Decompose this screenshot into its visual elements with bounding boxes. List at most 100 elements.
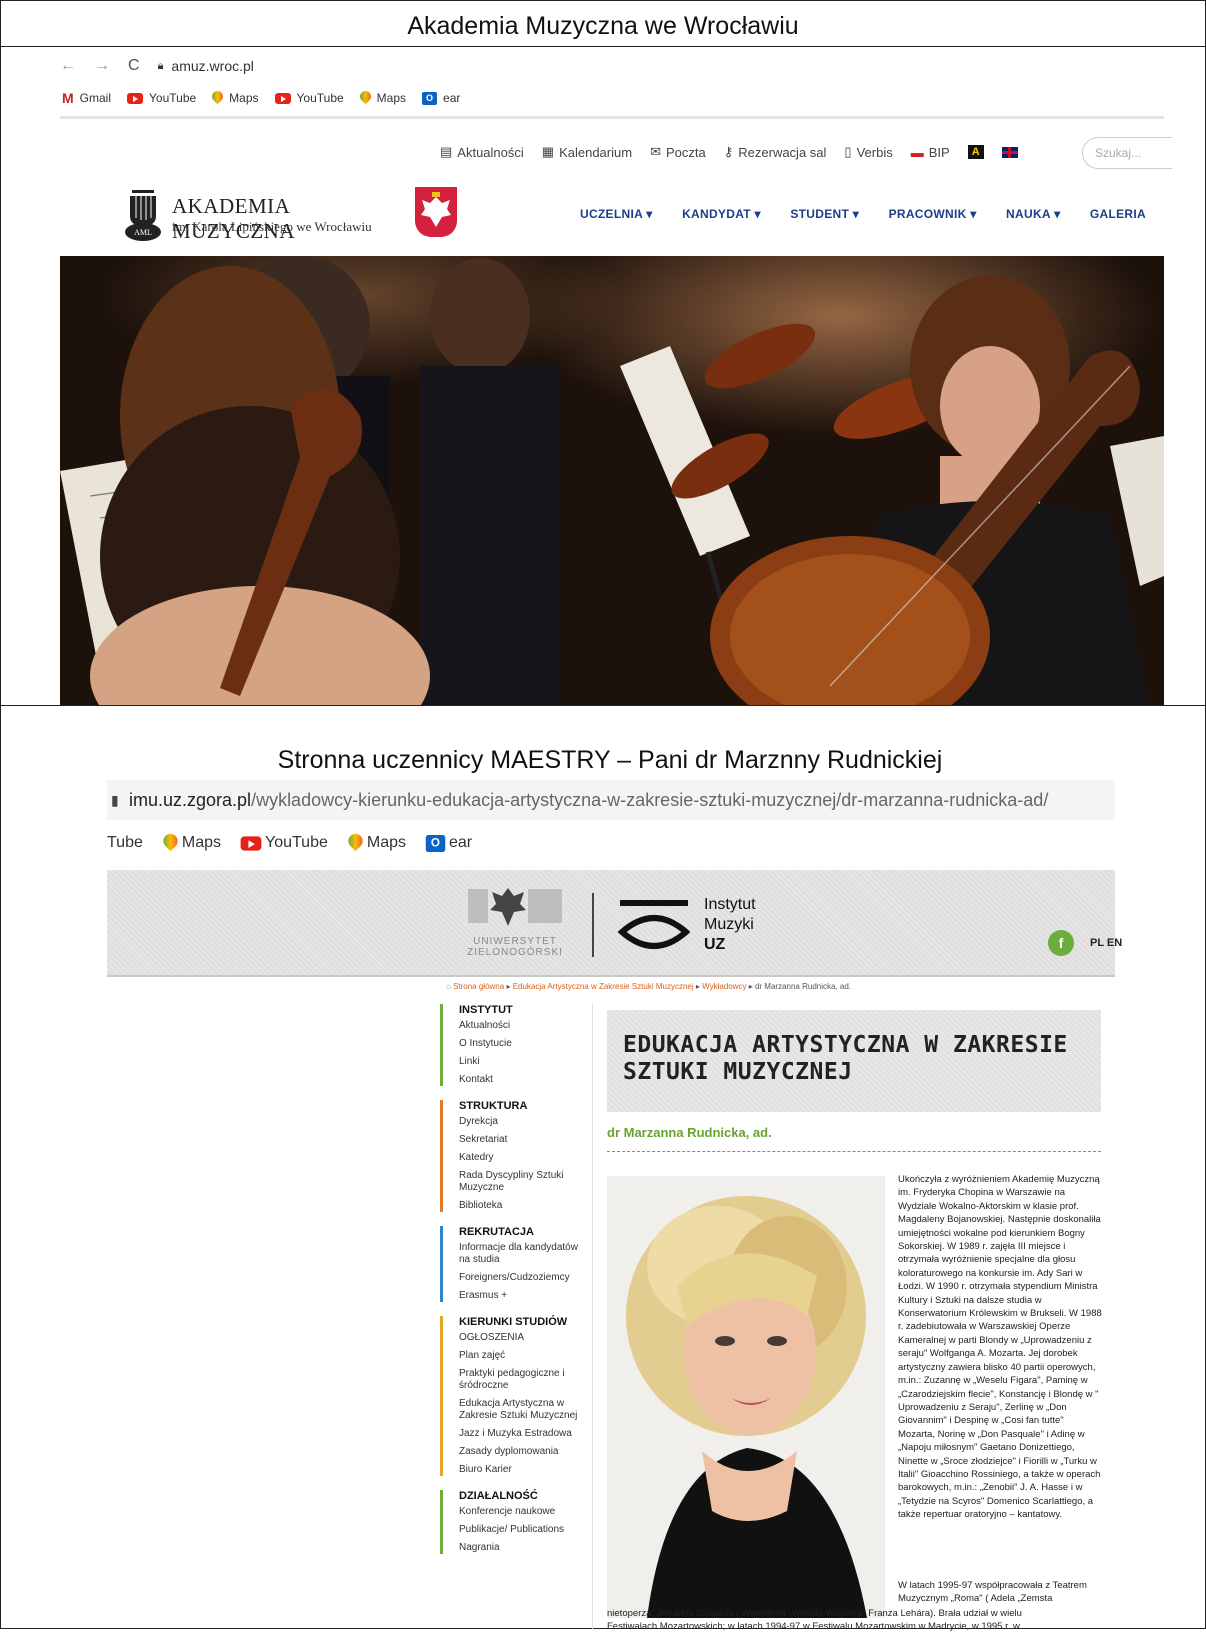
amuz-logo[interactable]: AML AKADEMIA MUZYCZNA im. Karola Lipińsk… [124, 188, 394, 243]
sidebar-item[interactable]: Publikacje/ Publications [459, 1524, 590, 1536]
page-title: EDUKACJA ARTYSTYCZNA W ZAKRESIE SZTUKI M… [623, 1032, 1068, 1085]
sidebar-item[interactable]: Nagrania [459, 1542, 590, 1554]
bottom-heading: Stronna uczennicy MAESTRY – Pani dr Marz… [277, 746, 943, 774]
sidebar-item[interactable]: Praktyki pedagogiczne i śródroczne [459, 1368, 590, 1392]
accessibility-icon[interactable]: A [967, 145, 984, 159]
imu-header [107, 870, 1115, 977]
top-link-verbis[interactable]: ▯ Verbis [844, 144, 892, 160]
uk-flag-icon[interactable] [1001, 146, 1018, 158]
sidebar-item[interactable]: Foreigners/Cudzoziemcy [459, 1272, 590, 1284]
bio-text: Ukończyła z wyróżnieniem Akademię Muzycz… [898, 1174, 1102, 1521]
bookmark-maps[interactable]: Maps [165, 834, 221, 852]
sidebar-item[interactable]: Zasady dyplomowania [459, 1446, 590, 1458]
browser-divider [60, 116, 1164, 119]
maps-icon [360, 91, 371, 105]
bottom-address-bar[interactable]: ▮ imu.uz.zgora.pl/wykladowcy-kierunku-ed… [107, 780, 1115, 820]
nav-kandydat[interactable]: KANDYDAT ▾ [682, 207, 761, 221]
institute-line2: Muzyki [704, 916, 754, 933]
newspaper-icon: ▤ [440, 144, 453, 159]
sidebar-item[interactable]: Rada Dyscypliny Sztuki Muzyczne [459, 1170, 590, 1194]
crumb-edu[interactable]: Edukacja Artystyczna w Zakresie Sztuki M… [513, 982, 694, 991]
maps-icon [212, 91, 223, 105]
top-link-rooms[interactable]: ⚷ Rezerwacja sal [724, 144, 827, 160]
reload-icon[interactable]: C [128, 57, 140, 75]
document-icon: ▯ [844, 144, 852, 159]
dashed-divider [607, 1151, 1101, 1152]
sidebar: INSTYTUT Aktualności O Instytucie Linki … [440, 1004, 590, 1568]
bookmark-ear[interactable]: Oear [422, 88, 460, 108]
sidebar-item[interactable]: Biuro Karier [459, 1464, 590, 1476]
outlook-icon: O [425, 834, 446, 852]
uz-logo-line1: UNIWERSYTET [473, 936, 557, 947]
portrait-photo [607, 1176, 885, 1618]
home-icon: ⌂ [446, 982, 454, 991]
sidebar-item[interactable]: Jazz i Muzyka Estradowa [459, 1428, 590, 1440]
bottom-bookmarks-bar: Tube Maps YouTube Maps Oear [107, 834, 472, 852]
nav-pracownik[interactable]: PRACOWNIK ▾ [889, 207, 977, 221]
url-path: /wykladowcy-kierunku-edukacja-artystyczn… [251, 789, 1049, 810]
eagle-icon [460, 884, 570, 928]
sidebar-item[interactable]: Biblioteka [459, 1200, 590, 1212]
nav-galeria[interactable]: GALERIA [1090, 207, 1146, 221]
sidebar-item[interactable]: Erasmus + [459, 1290, 590, 1302]
top-link-bip[interactable]: ▬ BIP [911, 145, 950, 160]
sidebar-group-kierunki: KIERUNKI STUDIÓW OGŁOSZENIA Plan zajęć P… [440, 1316, 590, 1476]
hero-orchestra-photo [60, 256, 1164, 706]
sidebar-heading: KIERUNKI STUDIÓW [459, 1316, 568, 1328]
bookmark-youtube-2[interactable]: YouTube [274, 88, 344, 108]
nav-uczelnia[interactable]: UCZELNIA ▾ [580, 207, 653, 221]
poland-emblem-icon [415, 187, 457, 237]
search-input[interactable]: Szukaj... [1082, 137, 1172, 169]
back-arrow-icon[interactable]: ← [60, 57, 76, 75]
nav-nauka[interactable]: NAUKA ▾ [1006, 207, 1060, 221]
bookmark-youtube[interactable]: YouTube [127, 88, 196, 108]
sidebar-item[interactable]: Konferencje naukowe [459, 1506, 590, 1518]
sidebar-item[interactable]: Dyrekcja [459, 1116, 590, 1128]
maps-icon [163, 834, 177, 852]
sidebar-item[interactable]: O Instytucie [459, 1038, 590, 1050]
key-icon: ⚷ [723, 144, 734, 159]
top-browser-bar: ← → C 🔒︎ amuz.wroc.pl [60, 50, 1164, 82]
sidebar-heading: DZIAŁALNOŚĆ [459, 1490, 538, 1502]
youtube-icon [127, 92, 144, 104]
sidebar-item[interactable]: Sekretariat [459, 1134, 590, 1146]
instytut-muzyki-logo[interactable]: Instytut Muzyki UZ [618, 892, 788, 962]
sidebar-heading: STRUKTURA [459, 1100, 528, 1112]
crumb-lecturers[interactable]: Wykładowcy [702, 982, 746, 991]
nav-student[interactable]: STUDENT ▾ [790, 207, 859, 221]
top-link-news[interactable]: ▤ Aktualności [440, 144, 524, 160]
outlook-icon: O [422, 91, 438, 105]
bookmark-gmail[interactable]: M Gmail [62, 88, 111, 108]
sidebar-item[interactable]: Aktualności [459, 1020, 590, 1032]
header-divider [592, 893, 594, 957]
sidebar-item[interactable]: Kontakt [459, 1074, 590, 1086]
sidebar-separator [592, 1004, 593, 1629]
bookmark-maps[interactable]: Maps [212, 88, 258, 108]
bookmark-ear[interactable]: Oear [425, 834, 472, 852]
page-title-box: EDUKACJA ARTYSTYCZNA W ZAKRESIE SZTUKI M… [607, 1010, 1101, 1112]
sidebar-item[interactable]: Informacje dla kandydatów na studia [459, 1242, 590, 1266]
sidebar-item[interactable]: Edukacja Artystyczna w Zakresie Sztuki M… [459, 1398, 590, 1422]
bookmark-youtube[interactable]: YouTube [240, 834, 328, 852]
sidebar-item[interactable]: Linki [459, 1056, 590, 1068]
institute-line3: UZ [704, 936, 726, 953]
top-link-calendar[interactable]: ▦ Kalendarium [542, 144, 632, 160]
forward-arrow-icon[interactable]: → [94, 57, 110, 75]
facebook-icon[interactable]: f [1048, 930, 1074, 956]
institute-line1: Instytut [704, 896, 756, 913]
bookmark-maps-2[interactable]: Maps [350, 834, 406, 852]
language-switch[interactable]: PL EN [1090, 937, 1122, 949]
bookmark-maps-2[interactable]: Maps [360, 88, 406, 108]
address-bar[interactable]: 🔒︎ amuz.wroc.pl [158, 58, 254, 74]
sidebar-item[interactable]: OGŁOSZENIA [459, 1332, 590, 1344]
sidebar-item[interactable]: Katedry [459, 1152, 590, 1164]
sidebar-group-struktura: STRUKTURA Dyrekcja Sekretariat Katedry R… [440, 1100, 590, 1212]
sidebar-group-rekrutacja: REKRUTACJA Informacje dla kandydatów na … [440, 1226, 590, 1302]
crumb-home[interactable]: Strona główna [453, 982, 504, 991]
bio-text-2c: Festiwalach Mozartowskich; w latach 1994… [607, 1621, 1020, 1632]
sidebar-item[interactable]: Plan zajęć [459, 1350, 590, 1362]
url-domain: imu.uz.zgora.pl [129, 789, 252, 810]
top-link-mail[interactable]: ✉ Poczta [650, 144, 706, 160]
bookmark-youtube-partial[interactable]: Tube [107, 834, 143, 852]
uz-logo[interactable]: UNIWERSYTET ZIELONOGÓRSKI [460, 880, 570, 962]
